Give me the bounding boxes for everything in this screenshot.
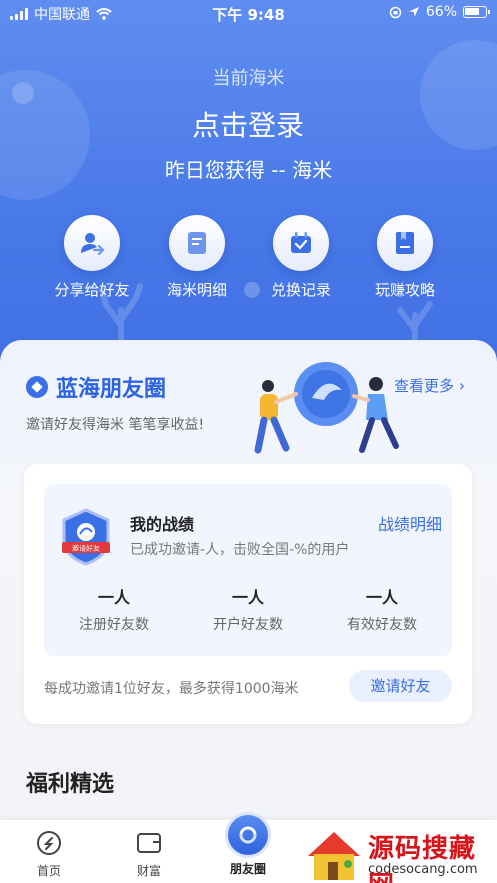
tab-label: 首页 [36,864,61,878]
points-detail-button[interactable]: 海米明细 [142,215,252,300]
earn-guide-button[interactable]: 玩赚攻略 [350,215,460,300]
record-description: 已成功邀请-人，击败全国-%的用户 [130,542,350,558]
friends-subtitle: 邀请好友得海米 笔笔享收益! [26,417,205,433]
gift-calendar-icon [291,232,311,253]
friends-title-text: 蓝海朋友圈 [56,377,167,402]
quick-action-label: 分享给好友 [54,281,130,299]
quick-action-label: 玩赚攻略 [374,281,435,299]
tab-label: 朋友圈 [229,862,266,876]
share-to-friends-button[interactable]: 分享给好友 [37,215,147,300]
guide-book-icon [396,232,414,254]
share-user-icon [81,233,105,256]
friends-illustration-icon [254,362,399,454]
blue-sea-logo-icon [26,376,48,398]
valid-friends-stat: 一人 有效好友数 [322,584,442,634]
tab-label: 财富 [136,864,161,878]
see-more-label: 查看更多 [394,377,455,395]
my-record-title: 我的战绩 [130,515,195,534]
stat-value: 一人 [365,588,398,607]
battery-percent: 66% [425,4,457,20]
reward-note: 每成功邀请1位好友，最多获得1000海米 [44,681,299,697]
record-detail-link[interactable]: 战绩明细 [378,511,442,535]
wallet-icon [137,833,161,853]
friends-circle-icon [225,812,271,858]
header-banner: 中国联通 下午 9:48 66% 当前海米 点击登录 昨日您获得 -- 海米 分… [0,0,497,380]
receipt-icon [188,232,206,254]
registered-friends-stat: 一人 注册好友数 [54,584,174,634]
tab-home[interactable]: 首页 [14,828,84,879]
see-more-link[interactable]: 查看更多 › [394,375,465,396]
stat-value: 一人 [231,588,264,607]
friends-circle-card: 蓝海朋友圈 邀请好友得海米 笔笔享收益! 查看更多 › 邀请好友 我的战绩 战绩… [0,340,497,740]
stat-label: 注册好友数 [79,617,149,633]
exchange-record-button[interactable]: 兑换记录 [246,215,356,300]
invite-panel: 邀请好友 我的战绩 战绩明细 已成功邀请-人，击败全国-%的用户 一人 注册好友… [24,464,472,724]
watermark-url: codesocang.com [368,862,478,877]
stat-label: 开户好友数 [213,617,283,633]
account-friends-stat: 一人 开户好友数 [188,584,308,634]
points-label: 当前海米 [212,68,285,89]
invite-badge-icon: 邀请好友 [62,508,110,566]
home-s-icon [37,831,61,855]
chevron-right-icon: › [458,376,466,395]
battery-icon [463,6,490,18]
quick-action-label: 海米明细 [166,281,227,299]
quick-action-label: 兑换记录 [270,281,331,299]
location-icon [408,7,419,17]
yesterday-earnings: 昨日您获得 -- 海米 [164,158,333,182]
invite-friends-button[interactable]: 邀请好友 [349,670,452,702]
badge-text: 邀请好友 [72,544,100,553]
login-button[interactable]: 点击登录 [148,104,348,144]
my-record-box: 邀请好友 我的战绩 战绩明细 已成功邀请-人，击败全国-%的用户 一人 注册好友… [44,484,452,656]
tab-wealth[interactable]: 财富 [114,828,184,879]
stat-value: 一人 [97,588,130,607]
decor-bubble [420,40,497,150]
status-bar: 中国联通 下午 9:48 66% [0,0,497,26]
welfare-section-title: 福利精选 [26,772,115,797]
friends-circle-title: 蓝海朋友圈 [26,371,166,403]
orientation-lock-icon [389,6,402,18]
tab-friends-circle[interactable]: 朋友圈 [213,812,283,877]
stat-label: 有效好友数 [347,617,417,633]
